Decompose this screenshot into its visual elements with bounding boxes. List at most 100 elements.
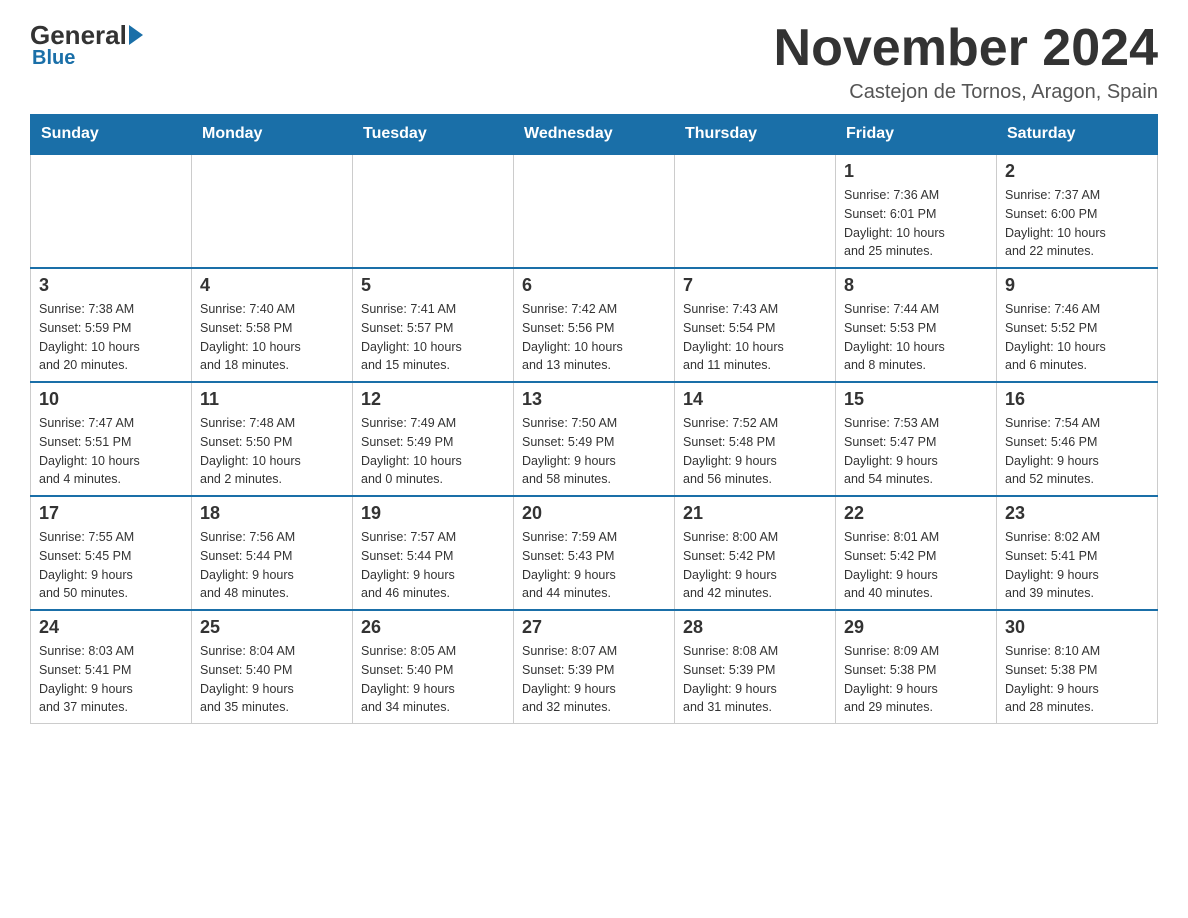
calendar-cell: 28 Sunrise: 8:08 AMSunset: 5:39 PMDayligh… bbox=[675, 610, 836, 724]
day-number: 6 bbox=[522, 275, 666, 296]
calendar-cell: 10 Sunrise: 7:47 AMSunset: 5:51 PMDayligh… bbox=[31, 382, 192, 496]
day-info: Sunrise: 8:10 AMSunset: 5:38 PMDaylight:… bbox=[1005, 642, 1149, 717]
calendar-header-row: SundayMondayTuesdayWednesdayThursdayFrid… bbox=[31, 115, 1158, 155]
day-info: Sunrise: 7:38 AMSunset: 5:59 PMDaylight:… bbox=[39, 300, 183, 375]
logo-arrow-icon bbox=[129, 25, 143, 45]
day-info: Sunrise: 7:44 AMSunset: 5:53 PMDaylight:… bbox=[844, 300, 988, 375]
day-number: 1 bbox=[844, 161, 988, 182]
calendar-cell: 22 Sunrise: 8:01 AMSunset: 5:42 PMDayligh… bbox=[836, 496, 997, 610]
day-info: Sunrise: 8:05 AMSunset: 5:40 PMDaylight:… bbox=[361, 642, 505, 717]
calendar-cell bbox=[514, 154, 675, 268]
calendar-table: SundayMondayTuesdayWednesdayThursdayFrid… bbox=[30, 114, 1158, 724]
calendar-week-4: 17Sunrise: 7:55 AMSunset: 5:45 PMDayligh… bbox=[31, 496, 1158, 610]
title-area: November 2024 Castejon de Tornos, Aragon… bbox=[774, 20, 1158, 104]
day-info: Sunrise: 8:09 AMSunset: 5:38 PMDaylight:… bbox=[844, 642, 988, 717]
day-info: Sunrise: 7:54 AMSunset: 5:46 PMDaylight:… bbox=[1005, 414, 1149, 489]
calendar-week-1: 1 Sunrise: 7:36 AMSunset: 6:01 PMDaylight… bbox=[31, 154, 1158, 268]
calendar-cell: 8 Sunrise: 7:44 AMSunset: 5:53 PMDaylight… bbox=[836, 268, 997, 382]
day-number: 27 bbox=[522, 617, 666, 638]
day-info: Sunrise: 7:42 AMSunset: 5:56 PMDaylight:… bbox=[522, 300, 666, 375]
day-number: 13 bbox=[522, 389, 666, 410]
day-info: Sunrise: 7:57 AMSunset: 5:44 PMDaylight:… bbox=[361, 528, 505, 603]
calendar-week-2: 3 Sunrise: 7:38 AMSunset: 5:59 PMDaylight… bbox=[31, 268, 1158, 382]
calendar-cell: 19Sunrise: 7:57 AMSunset: 5:44 PMDayligh… bbox=[353, 496, 514, 610]
day-info: Sunrise: 7:46 AMSunset: 5:52 PMDaylight:… bbox=[1005, 300, 1149, 375]
day-info: Sunrise: 7:47 AMSunset: 5:51 PMDaylight:… bbox=[39, 414, 183, 489]
calendar-header-monday: Monday bbox=[192, 115, 353, 155]
day-number: 5 bbox=[361, 275, 505, 296]
calendar-cell: 11 Sunrise: 7:48 AMSunset: 5:50 PMDayligh… bbox=[192, 382, 353, 496]
calendar-cell: 29 Sunrise: 8:09 AMSunset: 5:38 PMDayligh… bbox=[836, 610, 997, 724]
calendar-cell: 23 Sunrise: 8:02 AMSunset: 5:41 PMDayligh… bbox=[997, 496, 1158, 610]
calendar-cell bbox=[353, 154, 514, 268]
calendar-cell: 18Sunrise: 7:56 AMSunset: 5:44 PMDayligh… bbox=[192, 496, 353, 610]
day-info: Sunrise: 7:55 AMSunset: 5:45 PMDaylight:… bbox=[39, 528, 183, 603]
day-number: 8 bbox=[844, 275, 988, 296]
day-number: 12 bbox=[361, 389, 505, 410]
calendar-cell: 16 Sunrise: 7:54 AMSunset: 5:46 PMDayligh… bbox=[997, 382, 1158, 496]
day-number: 7 bbox=[683, 275, 827, 296]
calendar-cell: 9 Sunrise: 7:46 AMSunset: 5:52 PMDaylight… bbox=[997, 268, 1158, 382]
day-info: Sunrise: 7:37 AMSunset: 6:00 PMDaylight:… bbox=[1005, 186, 1149, 261]
day-info: Sunrise: 7:59 AMSunset: 5:43 PMDaylight:… bbox=[522, 528, 666, 603]
day-number: 23 bbox=[1005, 503, 1149, 524]
day-info: Sunrise: 8:02 AMSunset: 5:41 PMDaylight:… bbox=[1005, 528, 1149, 603]
day-number: 14 bbox=[683, 389, 827, 410]
calendar-cell: 5 Sunrise: 7:41 AMSunset: 5:57 PMDaylight… bbox=[353, 268, 514, 382]
day-number: 22 bbox=[844, 503, 988, 524]
calendar-cell: 6 Sunrise: 7:42 AMSunset: 5:56 PMDaylight… bbox=[514, 268, 675, 382]
day-number: 15 bbox=[844, 389, 988, 410]
main-title: November 2024 bbox=[774, 20, 1158, 77]
day-number: 24 bbox=[39, 617, 183, 638]
day-info: Sunrise: 7:41 AMSunset: 5:57 PMDaylight:… bbox=[361, 300, 505, 375]
day-info: Sunrise: 7:50 AMSunset: 5:49 PMDaylight:… bbox=[522, 414, 666, 489]
day-info: Sunrise: 8:04 AMSunset: 5:40 PMDaylight:… bbox=[200, 642, 344, 717]
day-number: 30 bbox=[1005, 617, 1149, 638]
day-number: 28 bbox=[683, 617, 827, 638]
day-number: 25 bbox=[200, 617, 344, 638]
calendar-cell: 12 Sunrise: 7:49 AMSunset: 5:49 PMDayligh… bbox=[353, 382, 514, 496]
logo: General Blue bbox=[30, 20, 143, 70]
calendar-cell bbox=[31, 154, 192, 268]
day-info: Sunrise: 7:53 AMSunset: 5:47 PMDaylight:… bbox=[844, 414, 988, 489]
day-info: Sunrise: 8:00 AMSunset: 5:42 PMDaylight:… bbox=[683, 528, 827, 603]
day-number: 20 bbox=[522, 503, 666, 524]
calendar-cell: 1 Sunrise: 7:36 AMSunset: 6:01 PMDaylight… bbox=[836, 154, 997, 268]
day-number: 18 bbox=[200, 503, 344, 524]
calendar-cell: 30 Sunrise: 8:10 AMSunset: 5:38 PMDayligh… bbox=[997, 610, 1158, 724]
day-info: Sunrise: 8:01 AMSunset: 5:42 PMDaylight:… bbox=[844, 528, 988, 603]
day-info: Sunrise: 7:43 AMSunset: 5:54 PMDaylight:… bbox=[683, 300, 827, 375]
day-number: 16 bbox=[1005, 389, 1149, 410]
day-number: 3 bbox=[39, 275, 183, 296]
day-info: Sunrise: 7:49 AMSunset: 5:49 PMDaylight:… bbox=[361, 414, 505, 489]
calendar-cell bbox=[192, 154, 353, 268]
day-number: 4 bbox=[200, 275, 344, 296]
day-number: 29 bbox=[844, 617, 988, 638]
calendar-header-saturday: Saturday bbox=[997, 115, 1158, 155]
calendar-week-5: 24Sunrise: 8:03 AMSunset: 5:41 PMDayligh… bbox=[31, 610, 1158, 724]
day-info: Sunrise: 7:40 AMSunset: 5:58 PMDaylight:… bbox=[200, 300, 344, 375]
calendar-cell: 2Sunrise: 7:37 AMSunset: 6:00 PMDaylight… bbox=[997, 154, 1158, 268]
calendar-cell: 27Sunrise: 8:07 AMSunset: 5:39 PMDayligh… bbox=[514, 610, 675, 724]
calendar-cell: 13 Sunrise: 7:50 AMSunset: 5:49 PMDayligh… bbox=[514, 382, 675, 496]
calendar-cell: 4 Sunrise: 7:40 AMSunset: 5:58 PMDaylight… bbox=[192, 268, 353, 382]
calendar-cell: 3 Sunrise: 7:38 AMSunset: 5:59 PMDaylight… bbox=[31, 268, 192, 382]
day-info: Sunrise: 7:36 AMSunset: 6:01 PMDaylight:… bbox=[844, 186, 988, 261]
calendar-cell: 24Sunrise: 8:03 AMSunset: 5:41 PMDayligh… bbox=[31, 610, 192, 724]
day-info: Sunrise: 7:52 AMSunset: 5:48 PMDaylight:… bbox=[683, 414, 827, 489]
calendar-cell: 25 Sunrise: 8:04 AMSunset: 5:40 PMDayligh… bbox=[192, 610, 353, 724]
calendar-cell: 7 Sunrise: 7:43 AMSunset: 5:54 PMDaylight… bbox=[675, 268, 836, 382]
day-info: Sunrise: 8:08 AMSunset: 5:39 PMDaylight:… bbox=[683, 642, 827, 717]
calendar-cell: 14 Sunrise: 7:52 AMSunset: 5:48 PMDayligh… bbox=[675, 382, 836, 496]
calendar-header-sunday: Sunday bbox=[31, 115, 192, 155]
day-number: 10 bbox=[39, 389, 183, 410]
day-number: 21 bbox=[683, 503, 827, 524]
calendar-cell: 17Sunrise: 7:55 AMSunset: 5:45 PMDayligh… bbox=[31, 496, 192, 610]
calendar-cell: 26 Sunrise: 8:05 AMSunset: 5:40 PMDayligh… bbox=[353, 610, 514, 724]
day-number: 11 bbox=[200, 389, 344, 410]
day-number: 26 bbox=[361, 617, 505, 638]
calendar-header-tuesday: Tuesday bbox=[353, 115, 514, 155]
calendar-week-3: 10 Sunrise: 7:47 AMSunset: 5:51 PMDayligh… bbox=[31, 382, 1158, 496]
day-info: Sunrise: 7:48 AMSunset: 5:50 PMDaylight:… bbox=[200, 414, 344, 489]
day-number: 9 bbox=[1005, 275, 1149, 296]
